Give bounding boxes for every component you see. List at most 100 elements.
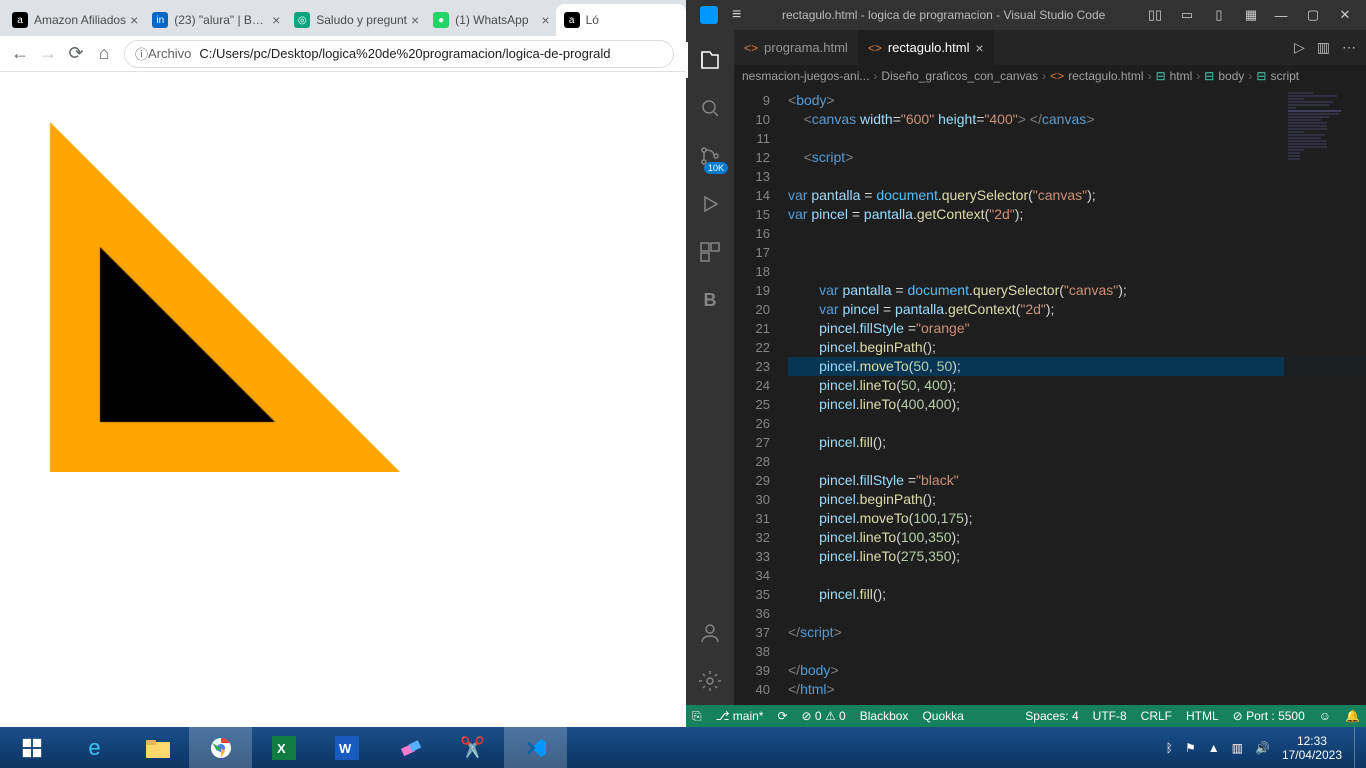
clock-time: 12:33 (1282, 734, 1342, 748)
crumb[interactable]: rectagulo.html (1068, 69, 1143, 83)
editor-actions: ▷ ▥ ⋯ (1294, 30, 1366, 65)
more-icon[interactable]: ⋯ (1342, 39, 1356, 56)
remote-icon[interactable]: ⎘ (692, 709, 702, 724)
git-branch[interactable]: ⎇ main* (716, 709, 764, 723)
svg-text:W: W (339, 741, 352, 756)
chrome-icon[interactable] (189, 727, 252, 768)
chrome-tab[interactable]: in (23) "alura" | Búsc × (144, 4, 286, 36)
chrome-tab-active[interactable]: a Ló (556, 4, 686, 36)
port-status[interactable]: ⊘ Port : 5500 (1233, 709, 1305, 723)
crumb[interactable]: body (1218, 69, 1244, 83)
sync-icon[interactable]: ⟳ (777, 709, 787, 723)
excel-icon[interactable]: X (252, 727, 315, 768)
svg-text:X: X (277, 741, 286, 756)
volume-icon[interactable]: 🔊 (1255, 741, 1270, 755)
favicon-alura: a (564, 12, 580, 28)
feedback-icon[interactable]: ☺ (1319, 709, 1331, 723)
account-icon[interactable] (686, 609, 734, 657)
split-icon[interactable]: ▥ (1317, 39, 1330, 56)
vscode-logo-icon (700, 6, 718, 24)
file-explorer-icon[interactable] (126, 727, 189, 768)
code-editor[interactable]: 9101112131415161718192021222324252627282… (734, 87, 1366, 705)
quokka-status[interactable]: Quokka (922, 709, 963, 723)
canvas-preview (0, 72, 600, 472)
chrome-tab[interactable]: aAmazon Afiliados× (4, 4, 144, 36)
blackbox-icon[interactable]: B (686, 276, 734, 324)
info-icon: ⓘ (135, 44, 148, 63)
code-content[interactable]: <body> <canvas width="600" height="400">… (784, 87, 1366, 705)
tab-label: (1) WhatsApp (455, 13, 537, 27)
vscode-titlebar: ≡ rectagulo.html - logica de programacio… (686, 0, 1366, 30)
close-icon[interactable]: × (976, 40, 984, 56)
tab-label: Ló (586, 13, 680, 27)
page-viewport (0, 72, 686, 727)
chrome-tab[interactable]: ●(1) WhatsApp× (425, 4, 555, 36)
html-file-icon: <> (868, 41, 882, 55)
chrome-toolbar: ← → ⟳ ⌂ ⓘ Archivo C:/Users/pc/Desktop/lo… (0, 36, 686, 72)
run-debug-icon[interactable] (686, 180, 734, 228)
bluetooth-icon[interactable]: ᛒ (1166, 741, 1173, 755)
panel-left-icon[interactable]: ▯▯ (1140, 0, 1170, 30)
settings-gear-icon[interactable] (686, 657, 734, 705)
chrome-tab[interactable]: ◎Saludo y pregunt× (286, 4, 425, 36)
activity-bar: 10K B (686, 30, 734, 705)
back-button[interactable]: ← (6, 40, 34, 68)
favicon-linkedin: in (152, 12, 168, 28)
battery-icon[interactable]: ▥ (1232, 741, 1243, 755)
panel-bottom-icon[interactable]: ▭ (1172, 0, 1202, 30)
reload-button[interactable]: ⟳ (62, 40, 90, 68)
edge-icon[interactable]: e (63, 727, 126, 768)
menu-button[interactable]: ≡ (726, 6, 747, 24)
panel-right-icon[interactable]: ▯ (1204, 0, 1234, 30)
address-bar[interactable]: ⓘ Archivo C:/Users/pc/Desktop/logica%20d… (124, 40, 674, 68)
crumb[interactable]: nesmacion-juegos-ani... (742, 69, 869, 83)
tab-label: programa.html (764, 40, 848, 55)
minimize-button[interactable]: — (1266, 0, 1296, 30)
close-icon[interactable]: × (130, 12, 138, 28)
line-gutter: 9101112131415161718192021222324252627282… (734, 87, 784, 705)
tab-label: (23) "alura" | Búsc (174, 13, 268, 27)
home-button[interactable]: ⌂ (90, 40, 118, 68)
encoding-status[interactable]: UTF-8 (1093, 709, 1127, 723)
html-file-icon: <> (744, 41, 758, 55)
crumb[interactable]: Diseño_graficos_con_canvas (881, 69, 1038, 83)
taskbar-clock[interactable]: 12:33 17/04/2023 (1282, 734, 1342, 762)
explorer-icon[interactable] (686, 36, 734, 84)
extensions-icon[interactable] (686, 228, 734, 276)
breadcrumbs[interactable]: nesmacion-juegos-ani...› Diseño_graficos… (734, 65, 1366, 87)
close-button[interactable]: ✕ (1330, 0, 1360, 30)
maximize-button[interactable]: ▢ (1298, 0, 1328, 30)
window-controls: — ▢ ✕ (1266, 0, 1360, 30)
editor-tab[interactable]: <> programa.html (734, 30, 858, 65)
tag-icon: ⊟ (1156, 69, 1166, 83)
run-icon[interactable]: ▷ (1294, 39, 1305, 56)
start-button[interactable] (0, 727, 63, 768)
crumb[interactable]: html (1170, 69, 1193, 83)
show-desktop-button[interactable] (1354, 727, 1362, 768)
crumb[interactable]: script (1270, 69, 1299, 83)
lang-status[interactable]: HTML (1186, 709, 1219, 723)
forward-button[interactable]: → (34, 40, 62, 68)
close-icon[interactable]: × (272, 12, 280, 28)
eraser-icon[interactable] (378, 727, 441, 768)
blackbox-status[interactable]: Blackbox (860, 709, 909, 723)
minimap[interactable] (1284, 87, 1366, 705)
eol-status[interactable]: CRLF (1141, 709, 1172, 723)
snip-icon[interactable]: ✂️ (441, 727, 504, 768)
tab-label: Saludo y pregunt (316, 13, 407, 27)
flag-icon[interactable]: ⚑ (1185, 741, 1196, 755)
indent-status[interactable]: Spaces: 4 (1025, 709, 1078, 723)
source-control-icon[interactable]: 10K (686, 132, 734, 180)
editor-tab-active[interactable]: <>rectagulo.html× (858, 30, 994, 65)
problems[interactable]: ⊘ 0 ⚠ 0 (802, 709, 846, 723)
layout-icon[interactable]: ▦ (1236, 0, 1266, 30)
vscode-taskbar-icon[interactable] (504, 727, 567, 768)
word-icon[interactable]: W (315, 727, 378, 768)
tab-label: Amazon Afiliados (34, 13, 126, 27)
chrome-tab-strip: a Amazon Afiliados × in (23) "alura" | Búsc… (0, 0, 686, 36)
tray-up-icon[interactable]: ▲ (1208, 741, 1220, 755)
search-icon[interactable] (686, 84, 734, 132)
bell-icon[interactable]: 🔔 (1345, 709, 1360, 723)
close-icon[interactable]: × (541, 12, 549, 28)
close-icon[interactable]: × (411, 12, 419, 28)
